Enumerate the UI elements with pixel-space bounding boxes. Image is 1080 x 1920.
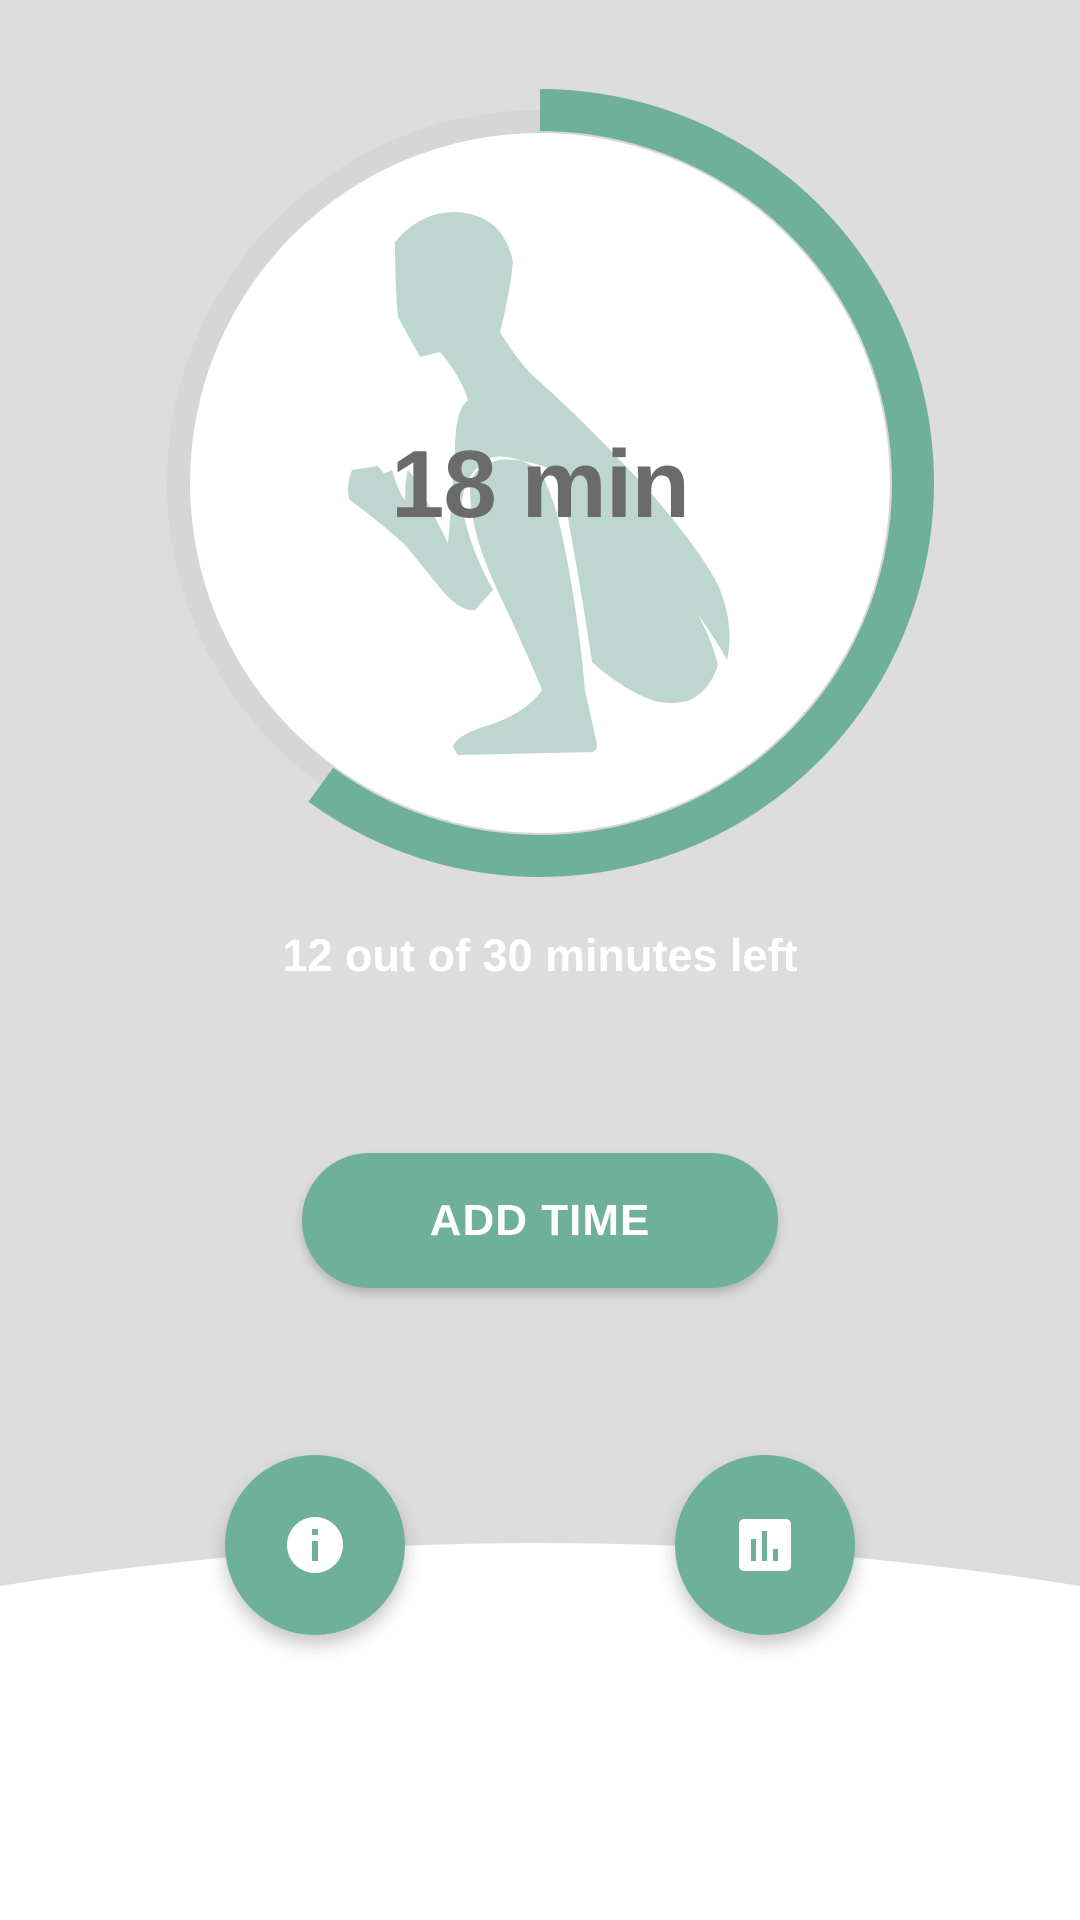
bar-chart-icon	[739, 1519, 791, 1571]
remaining-time-text: 12 out of 30 minutes left	[282, 930, 798, 981]
add-time-button[interactable]: ADD TIME	[302, 1153, 778, 1288]
timer-screen: 18 min 12 out of 30 minutes left ADD TIM…	[0, 0, 1080, 1920]
stats-button[interactable]	[675, 1455, 855, 1635]
add-time-label: ADD TIME	[429, 1195, 651, 1245]
time-value: 18 min	[390, 431, 690, 538]
info-button[interactable]	[225, 1455, 405, 1635]
info-icon	[287, 1517, 343, 1573]
